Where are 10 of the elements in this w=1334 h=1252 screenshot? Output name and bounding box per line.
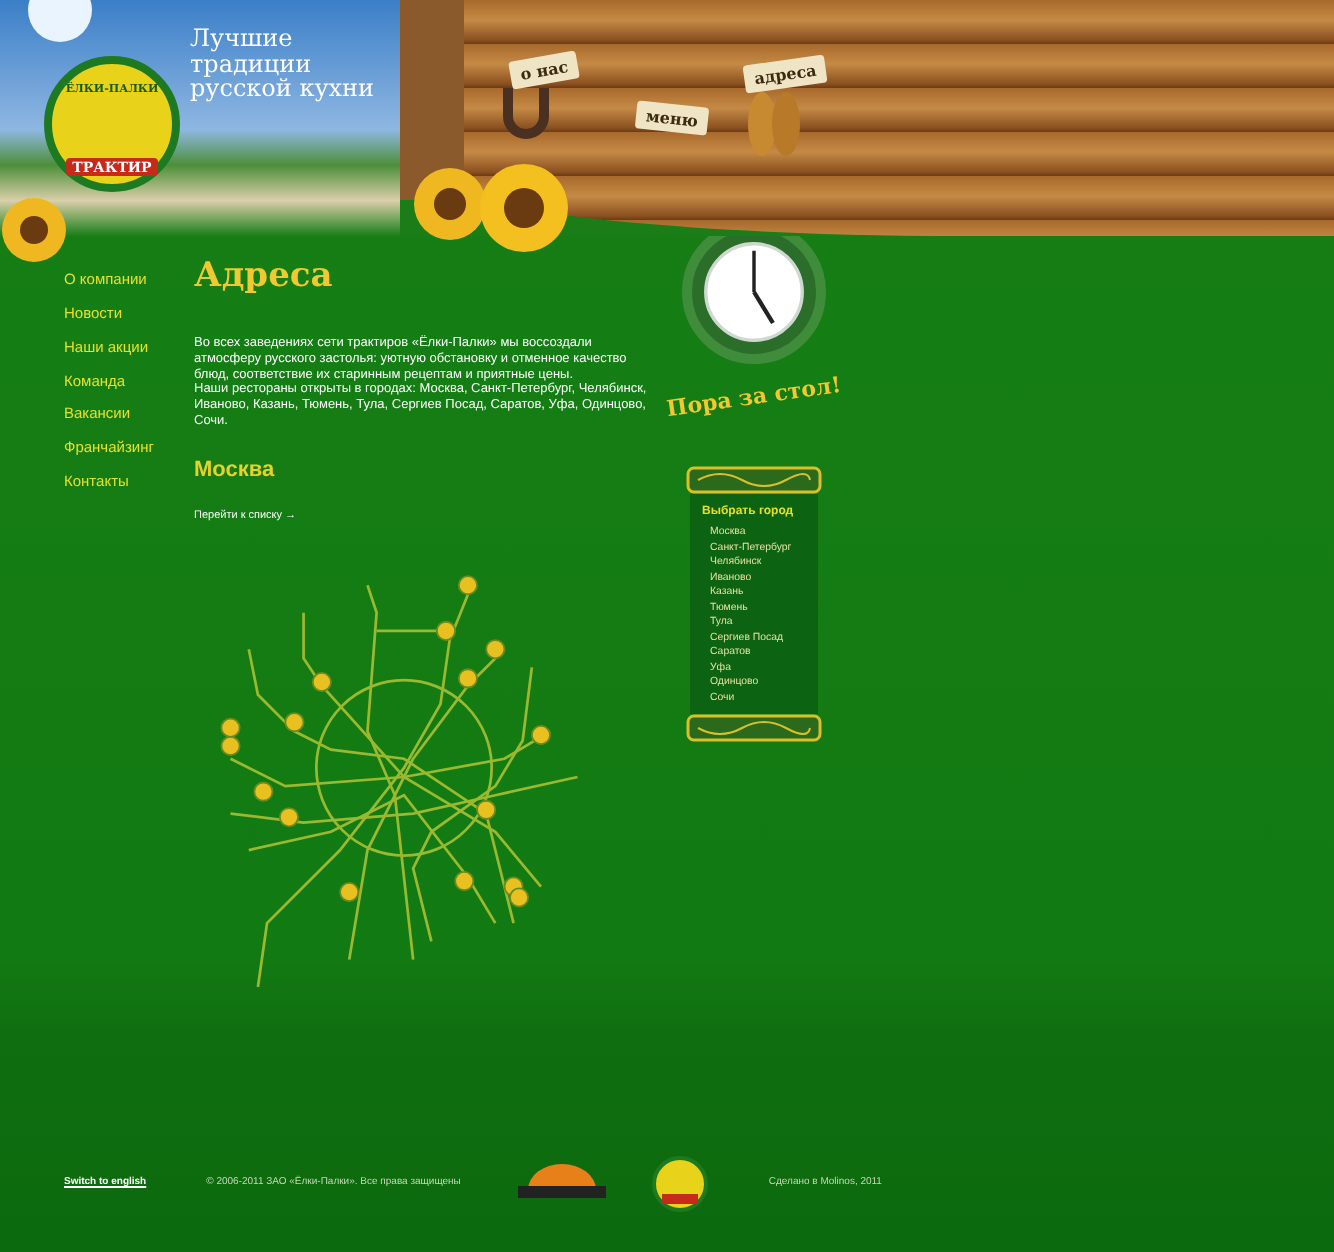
restaurant-logo[interactable] [652, 1156, 709, 1212]
city-heading: Москва [194, 457, 277, 482]
clock-caption: Пора за стол! [665, 371, 843, 423]
ornament-icon [686, 466, 822, 494]
horseshoe-icon [500, 84, 552, 144]
ornament-icon [686, 714, 822, 743]
sunflower-icon [0, 196, 68, 264]
page-title: Адреса [194, 256, 335, 296]
tagline: Лучшие традиции русской кухни [190, 26, 377, 102]
bast-shoes-icon [744, 88, 804, 160]
